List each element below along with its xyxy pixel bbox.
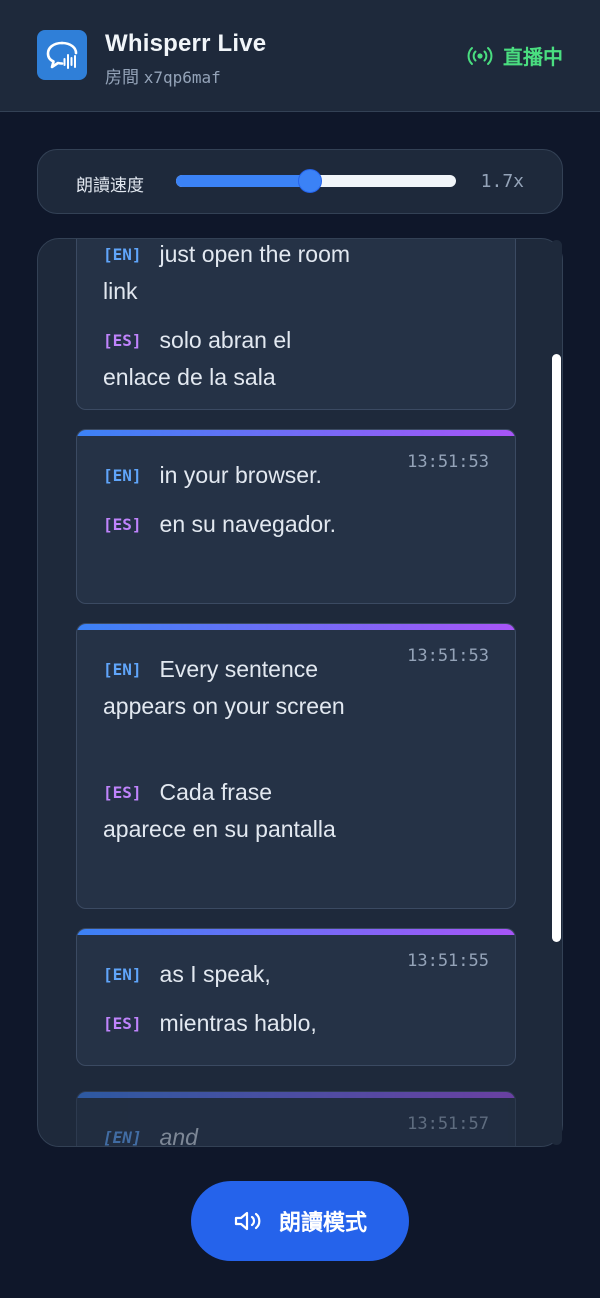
transcript-card: [EN] just open the room link [ES] solo abr…	[76, 239, 516, 410]
read-mode-button[interactable]: 朗讀模式	[191, 1181, 409, 1261]
english-text: as I speak,	[159, 961, 271, 987]
english-tag: [EN]	[103, 1128, 142, 1147]
spanish-tag: [ES]	[103, 515, 142, 534]
timestamp: 13:51:55	[407, 951, 489, 971]
room-code: x7qp6maf	[143, 68, 221, 87]
speed-label: 朗讀速度	[76, 176, 144, 195]
spanish-text: en su navegador.	[159, 511, 337, 537]
read-mode-label: 朗讀模式	[278, 1210, 367, 1235]
spanish-line: [ES] mientras hablo,	[103, 1005, 353, 1042]
app-header: Whisperr Live 房間 x7qp6maf 直播中	[0, 0, 600, 112]
chat-bubble-waveform-icon	[37, 30, 87, 80]
english-text: in your browser.	[159, 462, 322, 488]
english-tag: [EN]	[103, 660, 142, 679]
feed-scrollbar[interactable]	[551, 240, 562, 1145]
timestamp: 13:51:57	[407, 1114, 489, 1134]
spanish-line: [ES] en su navegador.	[103, 506, 353, 543]
english-tag: [EN]	[103, 245, 142, 264]
room-info: 房間 x7qp6maf	[105, 63, 221, 88]
room-label: 房間	[105, 68, 139, 87]
speaker-icon	[234, 1211, 261, 1231]
card-accent-bar	[77, 430, 515, 436]
spanish-line: [ES] solo abran el enlace de la sala	[103, 322, 353, 396]
transcript-card: 13:51:53 [EN] in your browser. [ES] en su …	[76, 429, 516, 604]
feed-scrollbar-thumb[interactable]	[552, 354, 561, 943]
spanish-tag: [ES]	[103, 331, 142, 350]
speed-slider[interactable]	[176, 169, 456, 193]
english-tag: [EN]	[103, 965, 142, 984]
spanish-text: mientras hablo,	[159, 1010, 317, 1036]
speed-slider-fill	[176, 175, 311, 187]
english-tag: [EN]	[103, 466, 142, 485]
english-text: and	[159, 1124, 198, 1147]
app-title: Whisperr Live	[105, 30, 267, 57]
english-line: [EN] as I speak,	[103, 956, 353, 993]
english-line: [EN] and	[103, 1119, 353, 1147]
speed-control: 朗讀速度 1.7x	[37, 149, 563, 214]
spanish-tag: [ES]	[103, 783, 142, 802]
english-line: [EN] just open the room link	[103, 239, 353, 310]
english-line: [EN] in your browser.	[103, 457, 353, 494]
speed-slider-thumb[interactable]	[298, 169, 323, 193]
spanish-tag: [ES]	[103, 1014, 142, 1033]
broadcast-icon	[467, 46, 493, 65]
transcript-card-pending: 13:51:57 [EN] and	[76, 1091, 516, 1147]
english-line: [EN] Every sentence appears on your scree…	[103, 651, 353, 725]
timestamp: 13:51:53	[407, 646, 489, 666]
transcript-feed[interactable]: [EN] just open the room link [ES] solo abr…	[37, 238, 563, 1147]
card-accent-bar	[77, 1092, 515, 1098]
transcript-card: 13:51:53 [EN] Every sentence appears on y…	[76, 623, 516, 909]
speed-value: 1.7x	[480, 171, 524, 192]
card-accent-bar	[77, 624, 515, 630]
spanish-line: [ES] Cada frase aparece en su pantalla	[103, 774, 353, 848]
live-label: 直播中	[503, 47, 563, 69]
timestamp: 13:51:53	[407, 452, 489, 472]
live-status: 直播中	[467, 41, 563, 70]
transcript-card: 13:51:55 [EN] as I speak, [ES] mientras ha…	[76, 928, 516, 1066]
card-accent-bar	[77, 929, 515, 935]
